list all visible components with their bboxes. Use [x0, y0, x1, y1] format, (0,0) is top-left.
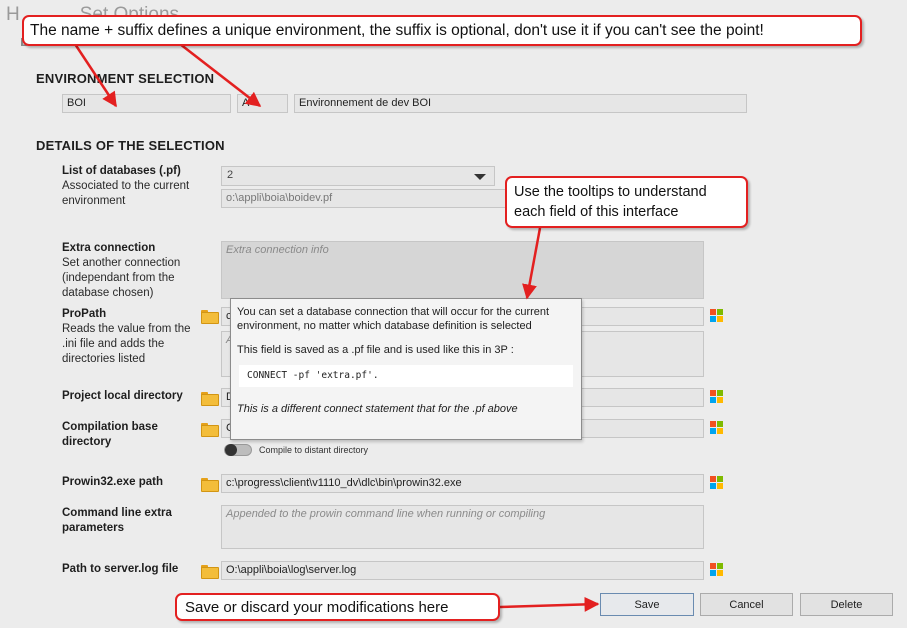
- arrow-to-save: [499, 596, 600, 612]
- callout-tooltips: Use the tooltips to understand each fiel…: [505, 176, 748, 228]
- annotation-arrows: [73, 43, 600, 612]
- callout-save: Save or discard your modifications here: [175, 593, 500, 621]
- arrow-to-suffix: [179, 43, 262, 107]
- arrow-to-name: [73, 43, 118, 108]
- callout-suffix: The name + suffix defines a unique envir…: [22, 15, 862, 46]
- arrow-to-tooltip: [522, 227, 542, 300]
